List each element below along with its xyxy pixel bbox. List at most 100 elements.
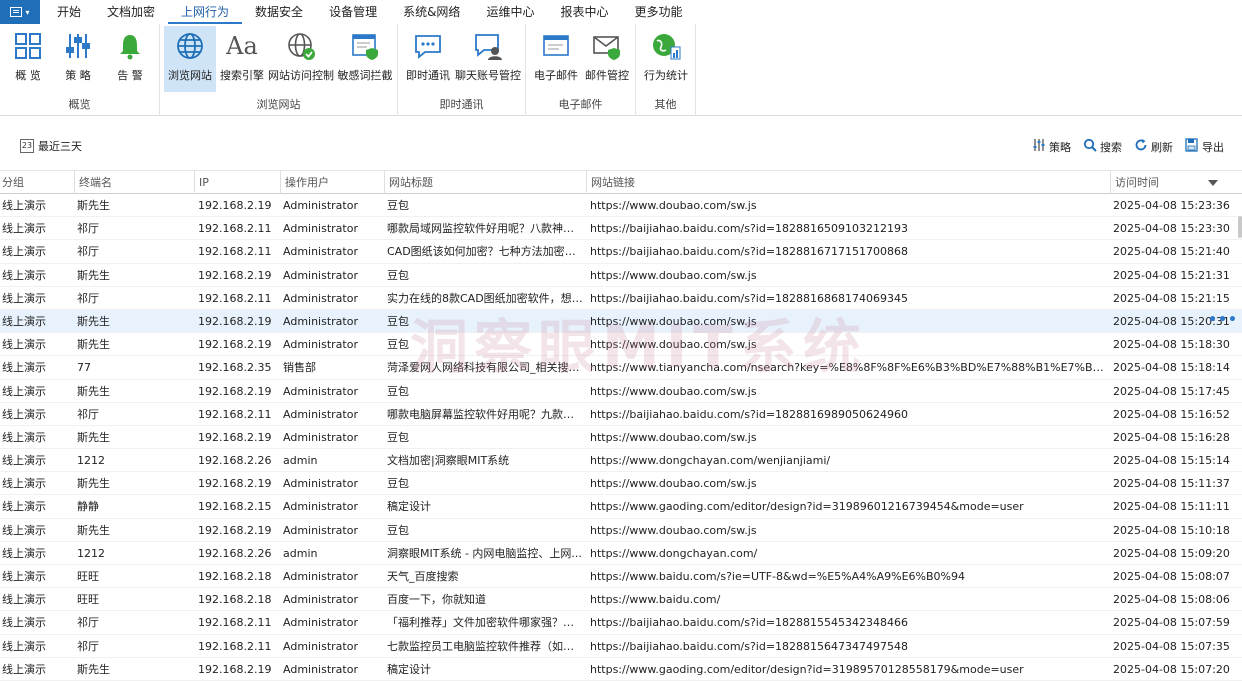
sliders-icon bbox=[1032, 138, 1046, 155]
ribbon-group-overview: 概 览 策 略 告 警 概览 bbox=[0, 24, 160, 116]
table-row[interactable]: 线上演示 77 192.168.2.35 销售部 菏泽爱网人网络科技有限公司_相关搜索结… bbox=[0, 356, 1242, 380]
column-header-terminal[interactable]: 终端名 bbox=[74, 171, 194, 194]
table-row[interactable]: 线上演示 1212 192.168.2.26 admin 洞察眼MIT系统 - 内网电脑… bbox=[0, 542, 1242, 565]
cell-user: Administrator bbox=[283, 500, 358, 514]
cell-group: 线上演示 bbox=[2, 291, 46, 305]
table-row[interactable]: 线上演示 1212 192.168.2.26 admin 文档加密|洞察眼MIT系统 ht… bbox=[0, 449, 1242, 473]
table-row[interactable]: 线上演示 祁厅 192.168.2.11 Administrator 「福利推荐」文件加… bbox=[0, 611, 1242, 635]
column-header-visit-time[interactable]: 访问时间 bbox=[1110, 171, 1242, 194]
cell-title: 稿定设计 bbox=[387, 500, 431, 514]
cell-user: Administrator bbox=[283, 268, 358, 282]
refresh-toolbar-button[interactable]: 刷新 bbox=[1134, 138, 1173, 155]
chat-account-control-button[interactable]: 聊天账号管控 bbox=[454, 26, 522, 92]
menu-tab-start[interactable]: 开始 bbox=[44, 0, 94, 24]
table-row[interactable]: 线上演示 斯先生 192.168.2.19 Administrator 豆包 https:… bbox=[0, 472, 1242, 496]
cell-ip: 192.168.2.19 bbox=[198, 314, 272, 328]
menu-tab-ops-center[interactable]: 运维中心 bbox=[473, 0, 547, 24]
menu-tab-device-management[interactable]: 设备管理 bbox=[316, 0, 390, 24]
cell-title: 哪款电脑屏幕监控软件好用呢？九款高质... bbox=[387, 407, 583, 421]
cell-terminal: 斯先生 bbox=[77, 338, 110, 352]
cell-url: https://www.doubao.com/sw.js bbox=[590, 199, 757, 212]
instant-messaging-button[interactable]: 即时通讯 bbox=[404, 26, 452, 92]
refresh-toolbar-label: 刷新 bbox=[1151, 140, 1173, 154]
date-range-selector[interactable]: 23 最近三天 bbox=[20, 138, 82, 154]
column-header-user[interactable]: 操作用户 bbox=[280, 171, 384, 194]
grid-icon bbox=[12, 30, 44, 62]
cell-user: Administrator bbox=[283, 338, 358, 352]
vertical-scrollbar[interactable] bbox=[1238, 216, 1242, 238]
overview-button[interactable]: 概 览 bbox=[6, 26, 50, 92]
cell-user: admin bbox=[283, 546, 318, 560]
cell-visit-time: 2025-04-08 15:07:59 bbox=[1113, 616, 1230, 630]
globe-stats-icon bbox=[650, 30, 682, 62]
cell-group: 线上演示 bbox=[2, 430, 46, 444]
table-row[interactable]: 线上演示 祁厅 192.168.2.11 Administrator 哪款电脑屏幕监控软… bbox=[0, 403, 1242, 426]
table-row[interactable]: 线上演示 斯先生 192.168.2.19 Administrator 豆包 https:… bbox=[0, 519, 1242, 542]
behavior-stats-button[interactable]: 行为统计 bbox=[640, 26, 692, 92]
ribbon: 概 览 策 略 告 警 概览 浏览网站 Aa 搜索引擎 网站访问控制 敏感词拦截… bbox=[0, 24, 1242, 116]
cell-group: 线上演示 bbox=[2, 245, 46, 259]
strategy-toolbar-button[interactable]: 策略 bbox=[1032, 138, 1071, 155]
column-header-ip[interactable]: IP bbox=[194, 171, 280, 194]
sensitive-word-block-button[interactable]: 敏感词拦截 bbox=[336, 26, 394, 92]
email-button[interactable]: 电子邮件 bbox=[532, 26, 580, 92]
table-row[interactable]: 线上演示 祁厅 192.168.2.11 Administrator 七款监控员工电脑监… bbox=[0, 635, 1242, 658]
ribbon-group-label-other: 其他 bbox=[654, 98, 677, 111]
cell-title: 哪款局域网监控软件好用呢？八款神级局... bbox=[387, 222, 583, 236]
cell-title: 洞察眼MIT系统 - 内网电脑监控、上网... bbox=[387, 546, 582, 560]
cell-group: 线上演示 bbox=[2, 199, 46, 212]
ribbon-group-browse: 浏览网站 Aa 搜索引擎 网站访问控制 敏感词拦截 浏览网站 bbox=[160, 24, 398, 116]
cell-group: 线上演示 bbox=[2, 454, 46, 468]
table-row[interactable]: 线上演示 旺旺 192.168.2.18 Administrator 百度一下，你就知道… bbox=[0, 588, 1242, 612]
table-header: 分组 终端名 IP 操作用户 网站标题 网站链接 访问时间 bbox=[0, 170, 1242, 194]
menu-tab-data-security[interactable]: 数据安全 bbox=[242, 0, 316, 24]
search-toolbar-button[interactable]: 搜索 bbox=[1083, 138, 1122, 155]
column-header-url[interactable]: 网站链接 bbox=[586, 171, 1110, 194]
strategy-button[interactable]: 策 略 bbox=[56, 26, 100, 92]
cell-ip: 192.168.2.26 bbox=[198, 454, 272, 468]
table-row[interactable]: 线上演示 斯先生 192.168.2.19 Administrator 稿定设计 http… bbox=[0, 658, 1242, 681]
cell-user: Administrator bbox=[283, 430, 358, 444]
table-row[interactable]: 线上演示 祁厅 192.168.2.11 Administrator 哪款局域网监控软件… bbox=[0, 217, 1242, 241]
email-control-button[interactable]: 邮件管控 bbox=[582, 26, 632, 92]
table-row[interactable]: 线上演示 斯先生 192.168.2.19 Administrator 豆包 https:… bbox=[0, 264, 1242, 287]
table-row[interactable]: 线上演示 斯先生 192.168.2.19 Administrator 豆包 https:… bbox=[0, 380, 1242, 403]
browse-websites-button[interactable]: 浏览网站 bbox=[164, 26, 216, 92]
export-toolbar-button[interactable]: 导出 bbox=[1185, 138, 1224, 155]
table-row[interactable]: 线上演示 祁厅 192.168.2.11 Administrator 实力在线的8款CA… bbox=[0, 287, 1242, 310]
table-row[interactable]: 线上演示 祁厅 192.168.2.11 Administrator CAD图纸该如何加… bbox=[0, 240, 1242, 264]
cell-ip: 192.168.2.11 bbox=[198, 245, 272, 259]
menu-tab-doc-encrypt[interactable]: 文档加密 bbox=[94, 0, 168, 24]
search-engine-button[interactable]: Aa 搜索引擎 bbox=[218, 26, 266, 92]
column-header-group[interactable]: 分组 bbox=[0, 171, 74, 194]
table-row[interactable]: 线上演示 旺旺 192.168.2.18 Administrator 天气_百度搜索 ht… bbox=[0, 565, 1242, 589]
sort-desc-icon[interactable] bbox=[1208, 180, 1218, 186]
table-row[interactable]: 线上演示 静静 192.168.2.15 Administrator 稿定设计 https… bbox=[0, 495, 1242, 519]
bell-icon bbox=[114, 30, 146, 62]
table-row[interactable]: 线上演示 斯先生 192.168.2.19 Administrator 豆包 https:… bbox=[0, 333, 1242, 357]
row-more-icon[interactable]: ••• bbox=[1208, 310, 1238, 331]
website-access-control-button[interactable]: 网站访问控制 bbox=[268, 26, 334, 92]
app-menu-button[interactable]: ▾ bbox=[0, 0, 40, 24]
cell-group: 线上演示 bbox=[2, 662, 46, 676]
menu-tab-more[interactable]: 更多功能 bbox=[621, 0, 695, 24]
cell-terminal: 旺旺 bbox=[77, 593, 99, 607]
alarm-button[interactable]: 告 警 bbox=[106, 26, 154, 92]
cell-title: 豆包 bbox=[387, 338, 409, 352]
cell-terminal: 祁厅 bbox=[77, 639, 99, 653]
overview-button-label: 概 览 bbox=[15, 69, 41, 82]
cell-title: 「福利推荐」文件加密软件哪家强？这八... bbox=[387, 616, 583, 630]
alarm-button-label: 告 警 bbox=[117, 69, 143, 82]
ribbon-group-label-browse: 浏览网站 bbox=[256, 98, 301, 111]
table-row[interactable]: 线上演示 斯先生 192.168.2.19 Administrator 豆包 https:… bbox=[0, 309, 1242, 334]
menu-tab-report-center[interactable]: 报表中心 bbox=[547, 0, 621, 24]
column-header-title[interactable]: 网站标题 bbox=[384, 171, 586, 194]
ribbon-group-other: 行为统计 其他 bbox=[636, 24, 696, 116]
table-row[interactable]: 线上演示 斯先生 192.168.2.19 Administrator 豆包 https:… bbox=[0, 426, 1242, 450]
cell-url: https://baijiahao.baidu.com/s?id=1828815… bbox=[590, 639, 909, 653]
cell-ip: 192.168.2.18 bbox=[198, 570, 272, 583]
menu-tab-internet-behavior[interactable]: 上网行为 bbox=[168, 0, 243, 24]
cell-url: https://www.tianyancha.com/nsearch?key=%… bbox=[590, 361, 1106, 375]
table-row[interactable]: 线上演示 斯先生 192.168.2.19 Administrator 豆包 https:… bbox=[0, 194, 1242, 218]
menu-tab-system-network[interactable]: 系统&网络 bbox=[390, 0, 473, 24]
